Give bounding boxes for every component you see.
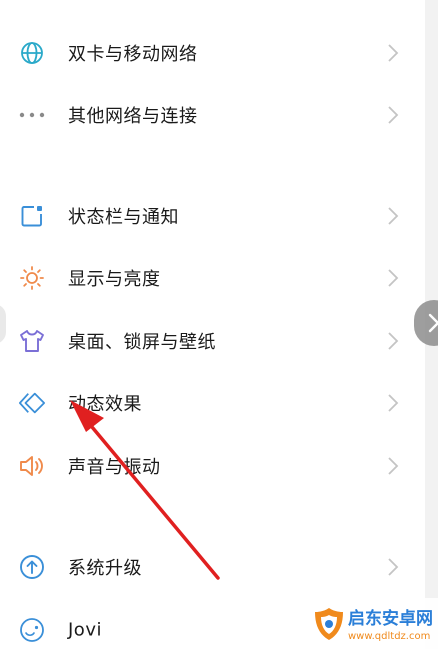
settings-item-label: 系统升级 (68, 558, 142, 579)
chevron-right-icon (388, 207, 399, 225)
settings-item-label: 显示与亮度 (68, 269, 161, 290)
status-bar-notification-icon (18, 202, 46, 230)
globe-icon (18, 39, 46, 67)
speaker-sound-icon (18, 452, 46, 480)
brightness-sun-icon (18, 264, 46, 292)
chevron-right-icon (388, 332, 399, 350)
tshirt-theme-icon (18, 327, 46, 355)
settings-item-status-bar[interactable]: 状态栏与通知 (0, 185, 425, 247)
watermark-title: 启东安卓网 (348, 609, 433, 629)
chevron-right-icon (428, 313, 438, 333)
settings-item-label: Jovi (68, 619, 102, 641)
settings-item-dynamic-effects[interactable]: 动态效果 (0, 372, 425, 434)
chevron-right-icon (388, 106, 399, 124)
settings-item-label: 桌面、锁屏与壁纸 (68, 332, 216, 353)
chevron-right-icon (388, 269, 399, 287)
settings-item-desktop-wallpaper[interactable]: 桌面、锁屏与壁纸 (0, 310, 425, 372)
settings-page: 双卡与移动网络 其他网络与连接 状态栏与通知 显示与亮度 桌面、锁屏与壁纸 动态… (0, 0, 438, 649)
settings-item-label: 动态效果 (68, 394, 142, 415)
more-dots-icon (18, 101, 46, 129)
settings-item-label: 其他网络与连接 (68, 106, 198, 127)
settings-item-label: 双卡与移动网络 (68, 44, 198, 65)
settings-item-display[interactable]: 显示与亮度 (0, 247, 425, 309)
settings-item-other-networks[interactable]: 其他网络与连接 (0, 84, 425, 146)
chevron-right-icon (388, 394, 399, 412)
jovi-icon (18, 616, 46, 644)
settings-item-sound-vibration[interactable]: 声音与振动 (0, 435, 425, 497)
upgrade-arrow-icon (18, 553, 46, 581)
settings-item-label: 状态栏与通知 (68, 207, 179, 228)
settings-item-system-upgrade[interactable]: 系统升级 (0, 536, 425, 598)
watermark: 启东安卓网 www.qdltdz.com (306, 598, 438, 649)
settings-item-label: 声音与振动 (68, 457, 161, 478)
settings-item-dual-sim[interactable]: 双卡与移动网络 (0, 22, 425, 84)
chevron-right-icon (388, 558, 399, 576)
chevron-right-icon (388, 457, 399, 475)
dynamic-effects-diamond-icon (18, 389, 46, 417)
watermark-url: www.qdltdz.com (348, 631, 431, 642)
chevron-right-icon (388, 44, 399, 62)
shield-logo-icon (315, 608, 343, 640)
